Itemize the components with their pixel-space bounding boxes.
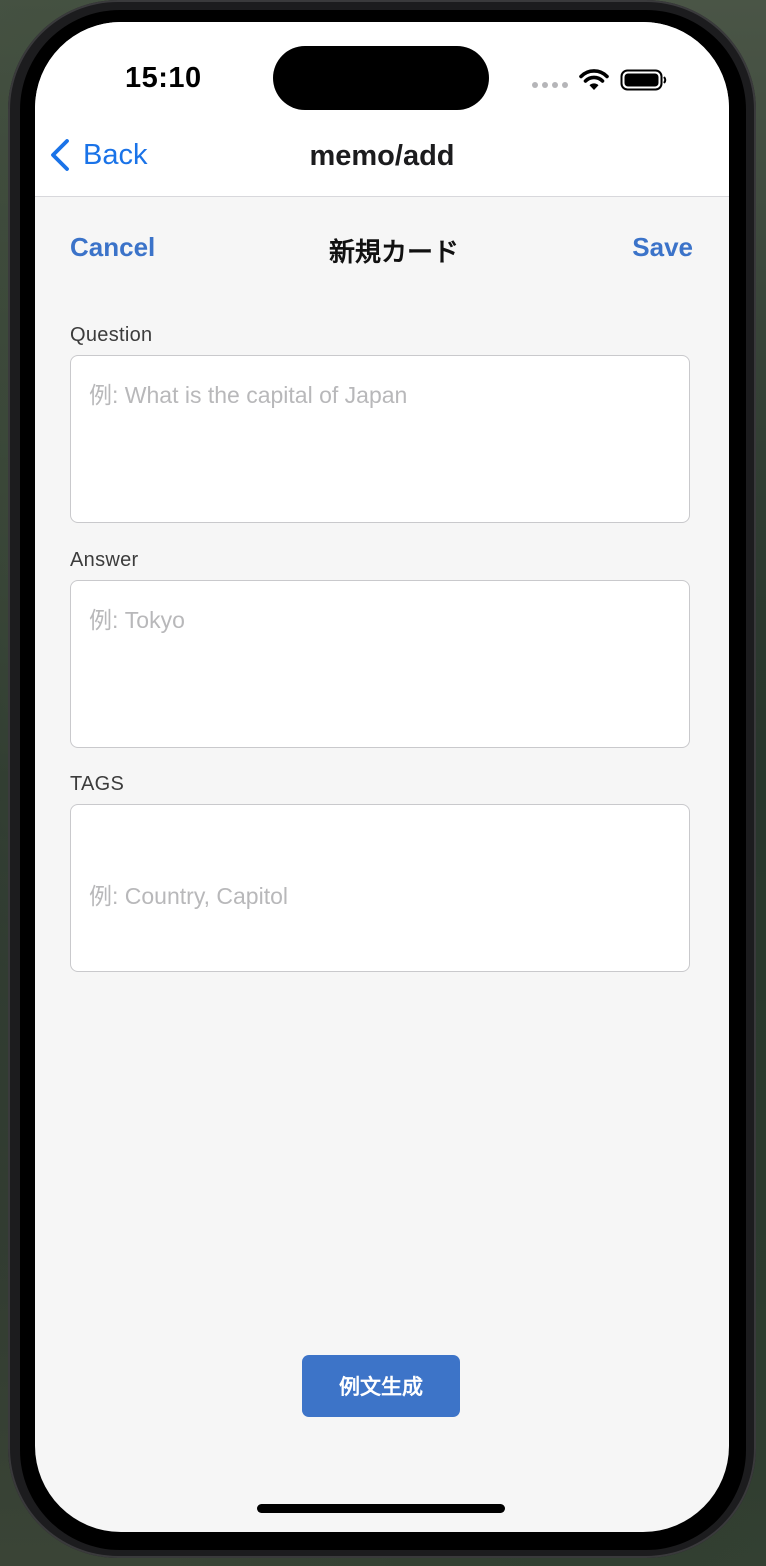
generate-example-button[interactable]: 例文生成 [302, 1355, 460, 1417]
dynamic-island [273, 46, 489, 110]
wifi-icon [579, 69, 609, 90]
question-label: Question [70, 324, 153, 346]
nav-title: memo/add [309, 140, 455, 172]
app-screen: 15:10 Back memo/add Cancel 新規カード Save Qu… [35, 22, 729, 1532]
battery-icon [620, 69, 667, 91]
tags-placeholder: 例: Country, Capitol [89, 883, 288, 909]
tags-field[interactable]: 例: Country, Capitol [70, 804, 690, 972]
question-field[interactable]: 例: What is the capital of Japan [70, 355, 690, 523]
save-button[interactable]: Save [632, 232, 693, 263]
answer-placeholder: 例: Tokyo [89, 607, 185, 633]
answer-label: Answer [70, 549, 139, 571]
navigation-bar: 15:10 Back memo/add [35, 22, 729, 197]
form-title: 新規カード [328, 237, 459, 267]
answer-field[interactable]: 例: Tokyo [70, 580, 690, 748]
home-indicator[interactable] [257, 1504, 505, 1513]
status-time: 15:10 [125, 62, 202, 94]
cellular-signal-icon [532, 82, 568, 88]
question-placeholder: 例: What is the capital of Japan [89, 382, 408, 408]
tags-label: TAGS [70, 773, 125, 795]
